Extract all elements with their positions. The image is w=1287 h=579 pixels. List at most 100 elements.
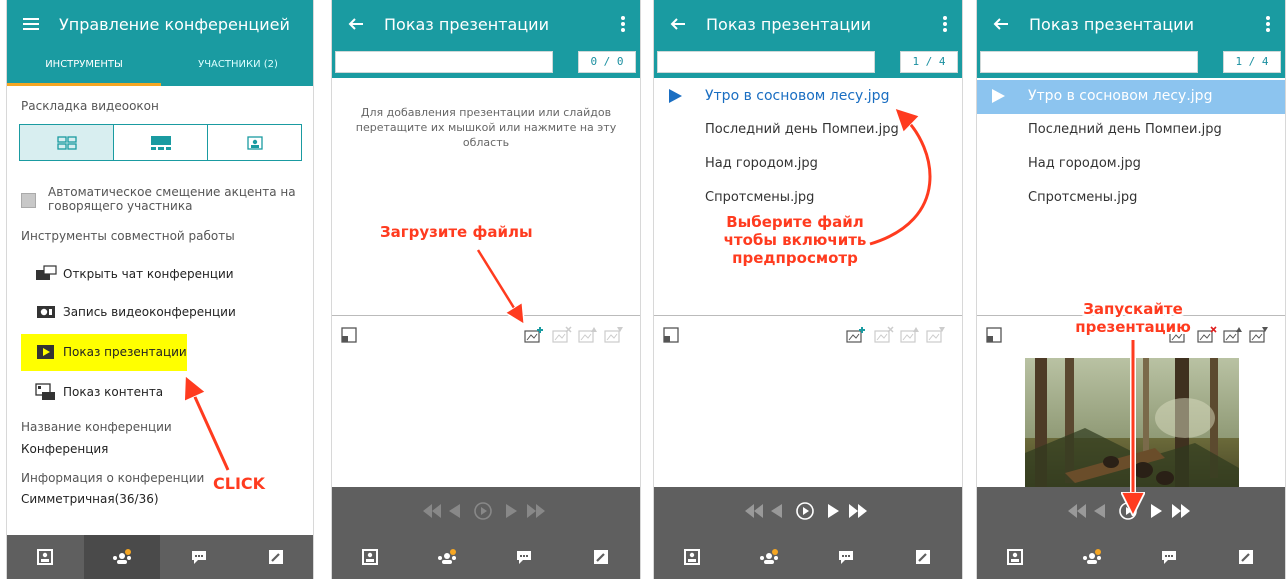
- fullscreen-icon[interactable]: [662, 326, 680, 344]
- open-chat-button[interactable]: Открыть чат конференции: [35, 262, 234, 286]
- file-item[interactable]: Утро в сосновом лесу.jpg: [654, 80, 962, 114]
- more-vert-icon[interactable]: [620, 14, 626, 38]
- file-item[interactable]: Утро в сосновом лесу.jpg: [977, 80, 1285, 114]
- add-slide-icon[interactable]: [524, 326, 544, 344]
- play-presentation-icon[interactable]: [473, 501, 493, 521]
- file-item[interactable]: Последний день Помпеи.jpg: [977, 114, 1285, 148]
- tab-participants[interactable]: УЧАСТНИКИ (2): [161, 52, 313, 86]
- next-slide-icon[interactable]: [1150, 501, 1164, 521]
- nav-participants[interactable]: [84, 535, 160, 579]
- open-chat-label: Открыть чат конференции: [63, 267, 234, 281]
- player-controls: [977, 487, 1285, 535]
- nav-participants[interactable]: [409, 535, 485, 579]
- play-presentation-icon[interactable]: [795, 501, 815, 521]
- nav-conference-list[interactable]: [332, 535, 408, 579]
- back-arrow-icon[interactable]: [346, 14, 368, 36]
- prev-slide-icon[interactable]: [1092, 501, 1106, 521]
- collab-tools-label: Инструменты совместной работы: [21, 229, 235, 243]
- presentation-search-input[interactable]: [657, 51, 875, 73]
- hamburger-icon[interactable]: [21, 14, 43, 36]
- app-bar: Показ презентации: [654, 0, 962, 52]
- file-name: Последний день Помпеи.jpg: [705, 122, 899, 137]
- show-presentation-button[interactable]: Показ презентации: [35, 340, 187, 364]
- conf-info-label: Информация о конференции: [21, 471, 205, 485]
- nav-chat[interactable]: [486, 535, 562, 579]
- content-screen-icon: [35, 383, 57, 401]
- tab-indicator: [7, 83, 161, 86]
- next-slide-icon[interactable]: [827, 501, 841, 521]
- tab-tools[interactable]: ИНСТРУМЕНТЫ: [7, 52, 161, 86]
- conference-list-icon: [1007, 549, 1023, 565]
- file-name: Над городом.jpg: [705, 156, 818, 171]
- delete-slide-icon: [552, 326, 572, 343]
- next-slide-icon[interactable]: [505, 501, 519, 521]
- first-slide-icon[interactable]: [743, 501, 765, 521]
- file-item[interactable]: Спротсмены.jpg: [977, 182, 1285, 216]
- move-down-icon[interactable]: [1249, 326, 1269, 344]
- edit-icon: [269, 550, 283, 564]
- screenshot-stage: Управление конференцией ИНСТРУМЕНТЫ УЧАС…: [0, 0, 1287, 579]
- file-name: Утро в сосновом лесу.jpg: [1028, 88, 1213, 104]
- nav-edit[interactable]: [885, 535, 961, 579]
- nav-conference-list[interactable]: [7, 535, 83, 579]
- record-conference-button[interactable]: Запись видеоконференции: [35, 300, 236, 324]
- nav-participants[interactable]: [1054, 535, 1130, 579]
- search-row: 1 / 4: [654, 48, 962, 78]
- file-name: Спротсмены.jpg: [705, 190, 815, 205]
- nav-chat[interactable]: [1131, 535, 1207, 579]
- nav-chat[interactable]: [161, 535, 237, 579]
- file-item[interactable]: Над городом.jpg: [977, 148, 1285, 182]
- fullscreen-icon[interactable]: [985, 326, 1003, 344]
- file-list: Утро в сосновом лесу.jpg Последний день …: [654, 80, 962, 216]
- last-slide-icon[interactable]: [847, 501, 869, 521]
- nav-conference-list[interactable]: [654, 535, 730, 579]
- nav-conference-list[interactable]: [977, 535, 1053, 579]
- nav-edit[interactable]: [563, 535, 639, 579]
- page-counter: 1 / 4: [900, 51, 958, 73]
- layout-main-button[interactable]: [114, 125, 208, 160]
- auto-accent-checkbox[interactable]: [21, 193, 36, 208]
- layout-grid-button[interactable]: [20, 125, 114, 160]
- layout-single-button[interactable]: [208, 125, 301, 160]
- app-bar: Показ презентации: [977, 0, 1285, 52]
- record-camera-icon: [35, 303, 57, 321]
- more-vert-icon[interactable]: [1265, 14, 1271, 38]
- chat-icon: [517, 551, 531, 564]
- move-up-icon[interactable]: [1223, 326, 1243, 344]
- nav-edit[interactable]: [1208, 535, 1284, 579]
- upload-drop-area[interactable]: Для добавления презентации или слайдов п…: [352, 105, 620, 150]
- last-slide-icon[interactable]: [525, 501, 547, 521]
- nav-chat[interactable]: [808, 535, 884, 579]
- page-title: Управление конференцией: [59, 15, 290, 34]
- play-presentation-icon[interactable]: [1118, 501, 1138, 521]
- last-slide-icon[interactable]: [1170, 501, 1192, 521]
- add-slide-icon[interactable]: [846, 326, 866, 344]
- presentation-search-input[interactable]: [335, 51, 553, 73]
- first-slide-icon[interactable]: [421, 501, 443, 521]
- file-item[interactable]: Последний день Помпеи.jpg: [654, 114, 962, 148]
- conf-name-label: Название конференции: [21, 420, 172, 434]
- file-name: Последний день Помпеи.jpg: [1028, 122, 1222, 137]
- prev-slide-icon[interactable]: [769, 501, 783, 521]
- fullscreen-icon[interactable]: [340, 326, 358, 344]
- first-slide-icon[interactable]: [1066, 501, 1088, 521]
- click-annotation: CLICK: [213, 474, 266, 493]
- more-vert-icon[interactable]: [942, 14, 948, 38]
- conference-management-panel: Управление конференцией ИНСТРУМЕНТЫ УЧАС…: [6, 0, 314, 579]
- nav-edit[interactable]: [238, 535, 313, 579]
- presentation-search-input[interactable]: [980, 51, 1198, 73]
- back-arrow-icon[interactable]: [668, 14, 690, 36]
- back-arrow-icon[interactable]: [991, 14, 1013, 36]
- layout-label: Раскладка видеоокон: [21, 99, 159, 113]
- file-item[interactable]: Над городом.jpg: [654, 148, 962, 182]
- chat-icon: [839, 551, 853, 564]
- chat-icon: [1162, 551, 1176, 564]
- show-content-label: Показ контента: [63, 385, 164, 399]
- edit-icon: [916, 550, 930, 564]
- nav-participants[interactable]: [731, 535, 807, 579]
- file-list: Утро в сосновом лесу.jpg Последний день …: [977, 80, 1285, 216]
- show-content-button[interactable]: Показ контента: [35, 380, 163, 404]
- participants-icon: [113, 549, 131, 564]
- file-item[interactable]: Спротсмены.jpg: [654, 182, 962, 216]
- prev-slide-icon[interactable]: [447, 501, 461, 521]
